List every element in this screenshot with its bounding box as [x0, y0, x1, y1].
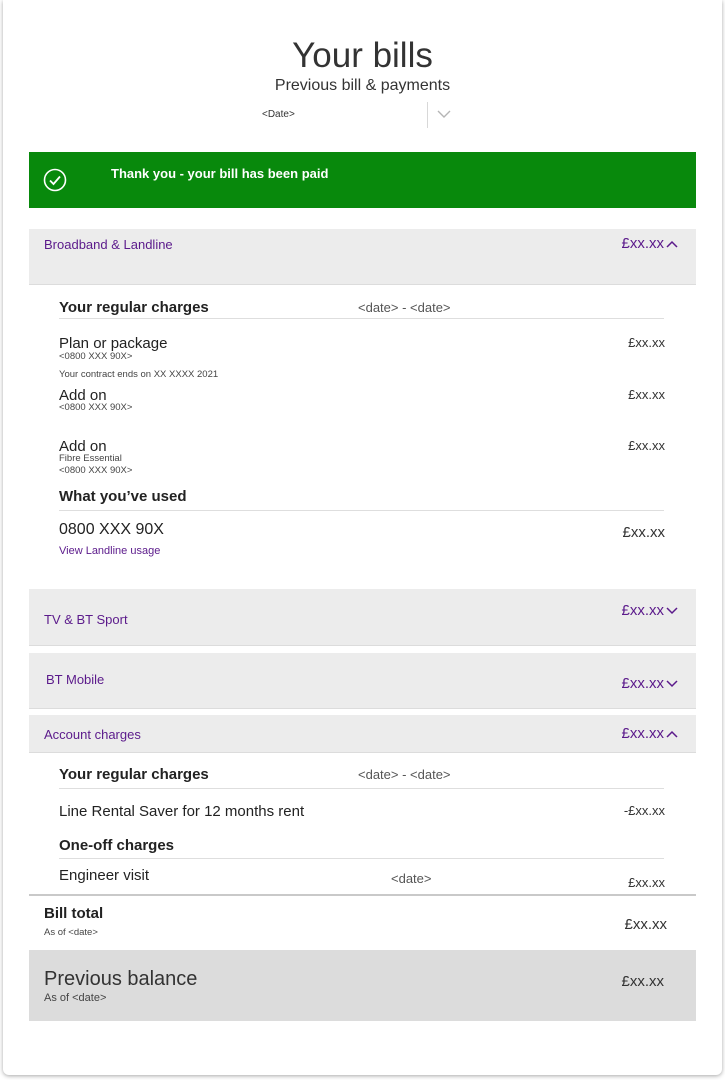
divider — [59, 318, 664, 319]
total-divider — [29, 894, 696, 896]
payment-success-banner: Thank you - your bill has been paid — [29, 152, 696, 208]
previous-balance-amount: £xx.xx — [621, 973, 664, 990]
section-amount: £xx.xx — [621, 675, 678, 692]
section-label: Broadband & Landline — [44, 237, 173, 252]
plan-number: <0800 XXX 90X> — [59, 351, 133, 362]
view-landline-usage-link[interactable]: View Landline usage — [59, 545, 160, 557]
page-title: Your bills — [292, 36, 433, 75]
line-rental-name: Line Rental Saver for 12 months rent — [59, 803, 305, 820]
section-amount-value: £xx.xx — [621, 675, 664, 692]
chevron-down-icon — [437, 110, 451, 118]
previous-balance-date: As of <date> — [44, 992, 107, 1004]
usage-price: £xx.xx — [622, 524, 665, 541]
section-tv-header[interactable]: TV & BT Sport £xx.xx — [29, 589, 696, 646]
addon-number: <0800 XXX 90X> — [59, 402, 133, 413]
check-circle-icon — [43, 168, 67, 192]
date-select[interactable]: <Date> — [256, 102, 462, 128]
usage-title: What you’ve used — [59, 488, 187, 505]
page-subtitle: Previous bill & payments — [274, 77, 451, 94]
plan-price: £xx.xx — [628, 335, 665, 350]
engineer-visit-price: £xx.xx — [628, 875, 665, 890]
regular-charges-dates: <date> - <date> — [358, 300, 451, 315]
banner-message: Thank you - your bill has been paid — [111, 166, 329, 181]
chevron-down-icon — [666, 606, 678, 614]
bill-total-label: Bill total — [44, 905, 104, 922]
bill-total-amount: £xx.xx — [624, 916, 667, 933]
engineer-visit-date: <date> — [391, 871, 432, 886]
contract-end: Your contract ends on XX XXXX 2021 — [59, 369, 219, 380]
section-amount-value: £xx.xx — [621, 602, 664, 619]
engineer-visit-name: Engineer visit — [59, 867, 150, 884]
divider — [59, 510, 664, 511]
bill-total-date: As of <date> — [44, 927, 98, 938]
section-amount: £xx.xx — [621, 235, 678, 252]
addon-price: £xx.xx — [628, 387, 665, 402]
regular-charges-dates: <date> - <date> — [358, 767, 451, 782]
chevron-up-icon — [666, 730, 678, 738]
addon-price: £xx.xx — [628, 438, 665, 453]
divider — [59, 858, 664, 859]
date-select-divider — [427, 102, 428, 128]
line-rental-price: -£xx.xx — [623, 803, 665, 818]
regular-charges-title: Your regular charges — [59, 766, 209, 783]
section-mobile-header[interactable]: BT Mobile £xx.xx — [29, 653, 696, 709]
section-amount-value: £xx.xx — [621, 235, 664, 252]
divider — [59, 788, 664, 789]
addon-number: <0800 XXX 90X> — [59, 465, 133, 476]
section-account-header[interactable]: Account charges £xx.xx — [29, 715, 696, 753]
section-amount: £xx.xx — [621, 602, 678, 619]
regular-charges-title: Your regular charges — [59, 299, 209, 316]
section-broadband-header[interactable]: Broadband & Landline £xx.xx — [29, 229, 696, 285]
section-label: TV & BT Sport — [44, 612, 128, 627]
addon-description: Fibre Essential — [59, 453, 122, 464]
one-off-charges-title: One-off charges — [59, 837, 175, 854]
chevron-down-icon — [666, 679, 678, 687]
previous-balance-label: Previous balance — [44, 968, 198, 990]
previous-balance-panel: Previous balance As of <date> £xx.xx — [29, 950, 696, 1021]
plan-name: Plan or package — [59, 335, 168, 352]
section-label: BT Mobile — [46, 672, 105, 687]
section-amount-value: £xx.xx — [621, 725, 664, 742]
usage-number: 0800 XXX 90X — [59, 521, 164, 538]
date-select-value: <Date> — [262, 109, 295, 120]
section-label: Account charges — [44, 727, 141, 742]
chevron-up-icon — [666, 240, 678, 248]
section-amount: £xx.xx — [621, 725, 678, 742]
